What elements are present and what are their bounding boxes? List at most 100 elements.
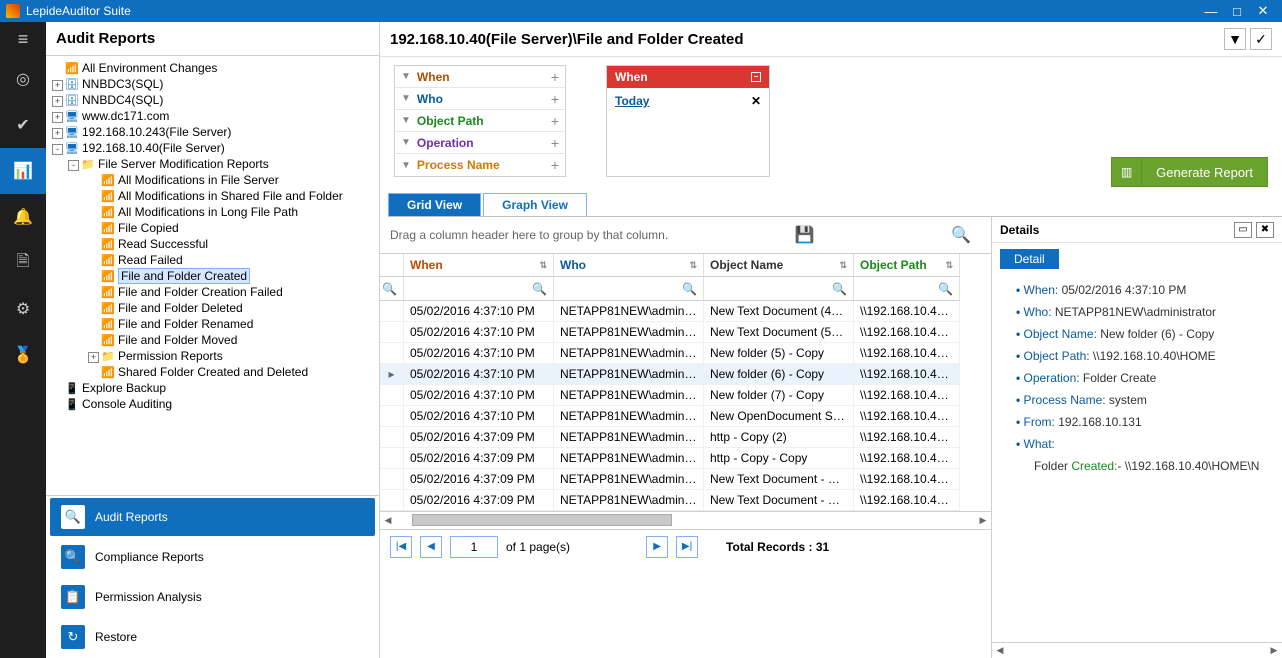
grid-cell[interactable]: NETAPP81NEW\administra... [554,364,704,385]
grid-row-marker[interactable] [380,427,404,448]
grid-cell[interactable]: \\192.168.10.40\H [854,469,960,490]
tree-item[interactable]: +🗄NNBDC3(SQL) [48,76,375,92]
grid-cell[interactable]: New folder (7) - Copy [704,385,854,406]
remove-filter-icon[interactable]: ✕ [751,94,761,108]
tree-node-label[interactable]: Console Auditing [82,397,172,411]
detail-tab[interactable]: Detail [1000,249,1059,269]
tree-item[interactable]: 📶File and Folder Creation Failed [48,284,375,300]
grid-cell[interactable]: 05/02/2016 4:37:10 PM [404,322,554,343]
tree-item[interactable]: 📶All Modifications in Long File Path [48,204,375,220]
tree-item[interactable]: 📶File and Folder Moved [48,332,375,348]
bottom-nav-item[interactable]: 🔍Compliance Reports [50,538,375,576]
tree-item[interactable]: 📶All Environment Changes [48,60,375,76]
gear-icon[interactable]: ⚙ [0,286,46,332]
grid-cell[interactable]: \\192.168.10.40\H [854,385,960,406]
grid-cell[interactable]: NETAPP81NEW\administra... [554,406,704,427]
grid-cell[interactable]: NETAPP81NEW\administra... [554,322,704,343]
tree-toggle-icon[interactable]: + [52,96,63,107]
grid-cell[interactable]: \\192.168.10.40\H [854,427,960,448]
tree-node-label[interactable]: Read Failed [118,253,183,267]
tree-node-label[interactable]: File and Folder Creation Failed [118,285,283,299]
tree-node-label[interactable]: NNBDC3(SQL) [82,77,163,91]
tree-item[interactable]: 📶Shared Folder Created and Deleted [48,364,375,380]
tree-node-label[interactable]: Permission Reports [118,349,223,363]
grid-cell[interactable]: NETAPP81NEW\administra... [554,427,704,448]
tree-toggle-icon[interactable]: - [52,144,63,155]
tree-item[interactable]: 📶File and Folder Renamed [48,316,375,332]
grid-cell[interactable]: http - Copy - Copy [704,448,854,469]
tree-item[interactable]: +🗄NNBDC4(SQL) [48,92,375,108]
tree-item[interactable]: 📶Read Successful [48,236,375,252]
hamburger-icon[interactable]: ≡ [0,22,46,56]
detail-hscrollbar[interactable]: ◀ ▶ [992,642,1282,658]
tree-node-label[interactable]: 192.168.10.40(File Server) [82,141,225,155]
tree-node-label[interactable]: File and Folder Renamed [118,317,253,331]
filter-row[interactable]: ▼Object Path+ [395,110,565,132]
check-icon[interactable]: ✓ [1250,28,1272,50]
pager-page-input[interactable] [450,536,498,558]
grid-row-marker[interactable] [380,301,404,322]
grid-cell[interactable]: NETAPP81NEW\administra... [554,469,704,490]
filter-row[interactable]: ▼When+ [395,66,565,88]
bottom-nav-item[interactable]: ↻Restore [50,618,375,656]
grid-header[interactable]: Who⇅ [554,254,704,277]
tree-toggle-icon[interactable]: + [52,128,63,139]
tree-item[interactable]: 📶All Modifications in File Server [48,172,375,188]
grid-cell[interactable]: New Text Document - Cop... [704,469,854,490]
save-icon[interactable]: 💾 [795,225,815,245]
tree-toggle-icon[interactable]: + [52,80,63,91]
window-minimize-button[interactable]: — [1198,4,1224,19]
grid-cell[interactable]: New OpenDocument Sprea... [704,406,854,427]
tree-item[interactable]: +🖥192.168.10.243(File Server) [48,124,375,140]
tree-node-label[interactable]: All Modifications in Long File Path [118,205,298,219]
grid-header[interactable]: Object Path⇅ [854,254,960,277]
tree-item[interactable]: 📱Console Auditing [48,396,375,412]
tree-node-label[interactable]: File Server Modification Reports [98,157,269,171]
tab-graph-view[interactable]: Graph View [483,193,587,216]
grid-cell[interactable]: 05/02/2016 4:37:09 PM [404,448,554,469]
sort-icon[interactable]: ⇅ [539,260,547,271]
tree-node-label[interactable]: All Modifications in File Server [118,173,279,187]
grid-cell[interactable]: 05/02/2016 4:37:10 PM [404,301,554,322]
tree-item[interactable]: -🖥192.168.10.40(File Server) [48,140,375,156]
grid-row-marker[interactable] [380,490,404,511]
grid-cell[interactable]: \\192.168.10.40\H [854,343,960,364]
scroll-left-icon[interactable]: ◀ [992,643,1008,658]
grid-row-marker[interactable] [380,343,404,364]
grid-column-search-icon[interactable]: 🔍 [704,277,854,301]
tree-node-label[interactable]: File and Folder Deleted [118,301,243,315]
grid-cell[interactable]: NETAPP81NEW\administra... [554,448,704,469]
tree-item[interactable]: +📁Permission Reports [48,348,375,364]
bottom-nav-item[interactable]: 🔍Audit Reports [50,498,375,536]
tree-node-label[interactable]: www.dc171.com [82,109,169,123]
grid-cell[interactable]: \\192.168.10.40\H [854,364,960,385]
sort-icon[interactable]: ⇅ [689,260,697,271]
grid-row-marker[interactable]: ▸ [380,364,404,385]
target-icon[interactable]: ◎ [0,56,46,102]
scroll-right-icon[interactable]: ▶ [1266,643,1282,658]
tree-item[interactable]: -📁File Server Modification Reports [48,156,375,172]
grid-column-search-icon[interactable]: 🔍 [854,277,960,301]
filter-add-icon[interactable]: + [551,91,559,107]
grid-cell[interactable]: \\192.168.10.40\H [854,448,960,469]
grid-row-marker[interactable] [380,385,404,406]
scroll-right-icon[interactable]: ▶ [975,512,991,529]
tree-item[interactable]: 📶Read Failed [48,252,375,268]
grid-cell[interactable]: 05/02/2016 4:37:10 PM [404,343,554,364]
doc-icon[interactable]: 🗎 [0,240,46,286]
tree-item[interactable]: 📱Explore Backup [48,380,375,396]
grid-cell[interactable]: 05/02/2016 4:37:10 PM [404,364,554,385]
grid-cell[interactable]: New folder (6) - Copy [704,364,854,385]
badge-icon[interactable]: 🏅 [0,332,46,378]
details-collapse-icon[interactable]: ▭ [1234,222,1252,238]
tree-node-label[interactable]: All Modifications in Shared File and Fol… [118,189,343,203]
filter-add-icon[interactable]: + [551,113,559,129]
details-pin-icon[interactable]: ✖ [1256,222,1274,238]
generate-report-button[interactable]: ▥ Generate Report [1111,157,1268,187]
reports-icon[interactable]: 📊 [0,148,46,194]
filter-add-icon[interactable]: + [551,157,559,173]
grid-cell[interactable]: 05/02/2016 4:37:09 PM [404,469,554,490]
grid-cell[interactable]: NETAPP81NEW\administra... [554,343,704,364]
sort-icon[interactable]: ⇅ [839,260,847,271]
grid-cell[interactable]: \\192.168.10.40\H [854,406,960,427]
